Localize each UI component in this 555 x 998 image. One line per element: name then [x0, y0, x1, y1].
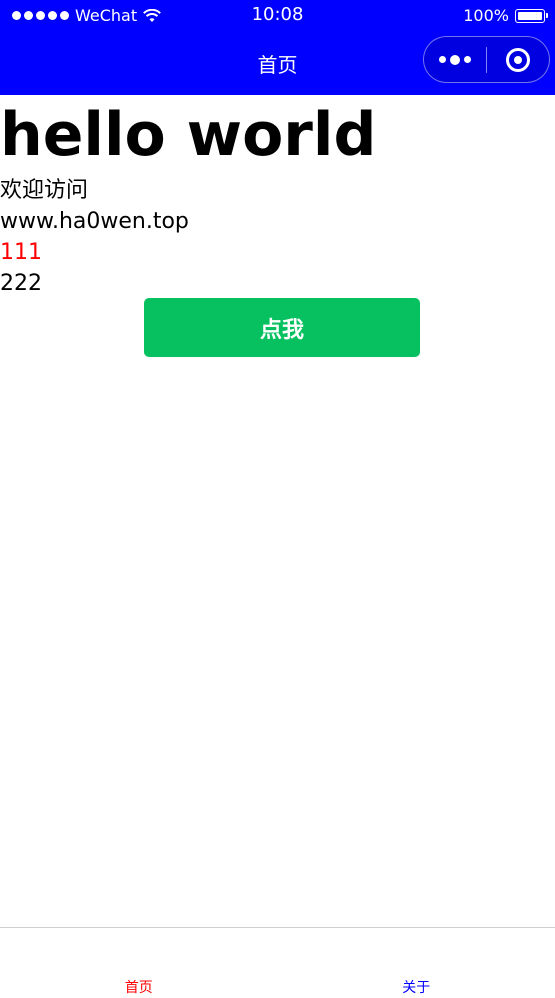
more-button[interactable] [424, 37, 486, 82]
status-right: 100% [463, 6, 548, 25]
tab-about-label: 关于 [402, 980, 431, 996]
tab-home[interactable]: 首页 [0, 928, 278, 998]
top-header: WeChat 10:08 100% 首页 [0, 0, 555, 95]
welcome-text: 欢迎访问 [0, 178, 89, 203]
text-222: 222 [0, 271, 42, 296]
close-miniprogram-button[interactable] [487, 37, 549, 82]
tab-about[interactable]: 关于 [278, 928, 555, 998]
click-me-button[interactable]: 点我 [144, 298, 420, 357]
website-text: www.ha0wen.top [0, 209, 189, 234]
status-bar: WeChat 10:08 100% [0, 0, 555, 32]
tab-home-label: 首页 [124, 980, 153, 996]
battery-icon [515, 8, 548, 23]
target-icon [506, 47, 530, 72]
battery-percent: 100% [463, 6, 509, 25]
tab-bar: 首页 关于 [0, 927, 555, 998]
text-111: 111 [0, 240, 42, 265]
page-content: hello world 欢迎访问 www.ha0wen.top 111 222 … [0, 95, 555, 357]
headline: hello world [0, 100, 377, 170]
capsule-menu [423, 36, 550, 83]
more-dots-icon [439, 56, 446, 63]
